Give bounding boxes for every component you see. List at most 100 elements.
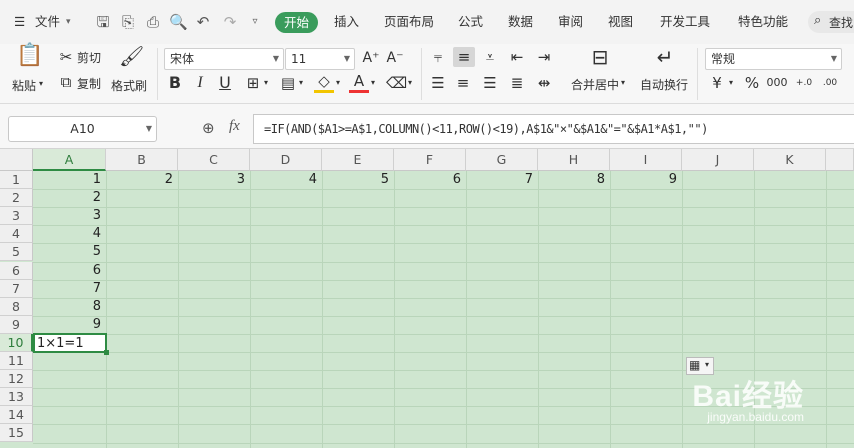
row-header-3[interactable]: 3 — [0, 207, 33, 226]
merge-center-button[interactable]: 合并居中 — [571, 76, 619, 93]
chevron-down-icon[interactable]: ▾ — [408, 78, 412, 87]
align-left-icon[interactable]: ☰ — [428, 73, 448, 93]
cell-style-icon[interactable]: ▤ — [278, 73, 298, 93]
row-header-10[interactable]: 10 — [0, 333, 33, 352]
increase-decimal-button[interactable]: +.0 — [793, 73, 815, 93]
zoom-search-icon[interactable]: ⊕ — [202, 119, 215, 137]
shrink-font-icon[interactable]: A⁻ — [385, 48, 405, 68]
format-painter-icon[interactable]: 🖌 — [119, 46, 144, 72]
file-menu[interactable]: 文件 — [35, 12, 60, 32]
row-header-14[interactable]: 14 — [0, 406, 33, 425]
cell-G1[interactable]: 7 — [466, 171, 533, 189]
cell-C1[interactable]: 3 — [178, 171, 245, 189]
number-format-select[interactable]: 常规 ▼ — [705, 48, 842, 70]
tab-developer[interactable]: 开发工具 — [660, 12, 710, 32]
decrease-indent-icon[interactable]: ⇤ — [507, 47, 527, 67]
print-icon[interactable]: ⎙ — [144, 13, 162, 31]
copy-button[interactable]: 复制 — [77, 75, 101, 92]
cell-E1[interactable]: 5 — [322, 171, 389, 189]
cell-A1[interactable]: 1 — [33, 171, 101, 189]
column-header-G[interactable]: G — [466, 149, 538, 171]
chevron-down-icon[interactable]: ▾ — [39, 79, 43, 88]
cell-H1[interactable]: 8 — [538, 171, 605, 189]
tab-formulas[interactable]: 公式 — [458, 12, 483, 32]
thousands-button[interactable]: 000 — [765, 73, 789, 93]
undo-icon[interactable]: ↶ — [194, 13, 212, 31]
cell-A9[interactable]: 9 — [33, 316, 101, 334]
bold-button[interactable]: B — [165, 73, 185, 93]
cell-A5[interactable]: 5 — [33, 243, 101, 261]
save-icon[interactable]: 🖫 — [94, 13, 112, 31]
currency-button[interactable]: ¥ — [707, 73, 727, 93]
active-cell[interactable]: 1×1=1 — [33, 333, 109, 355]
row-header-2[interactable]: 2 — [0, 189, 33, 208]
font-color-icon[interactable]: A — [349, 73, 369, 93]
row-header-6[interactable]: 6 — [0, 261, 33, 280]
name-box[interactable]: A10 ▼ — [8, 116, 157, 142]
grow-font-icon[interactable]: A⁺ — [361, 48, 381, 68]
tab-home[interactable]: 开始 — [275, 12, 318, 33]
column-header-partial[interactable] — [826, 149, 854, 171]
increase-indent-icon[interactable]: ⇥ — [534, 47, 554, 67]
cell-A8[interactable]: 8 — [33, 298, 101, 316]
row-header-5[interactable]: 5 — [0, 243, 33, 262]
cell-A4[interactable]: 4 — [33, 225, 101, 243]
chevron-down-icon[interactable]: ▾ — [371, 78, 375, 87]
chevron-down-icon[interactable]: ▾ — [336, 78, 340, 87]
cut-button[interactable]: 剪切 — [77, 49, 101, 66]
export-pdf-icon[interactable]: ⎘ — [119, 13, 137, 31]
tab-review[interactable]: 审阅 — [558, 12, 583, 32]
row-header-1[interactable]: 1 — [0, 171, 33, 189]
search-box[interactable]: ⌕ 查找 — [808, 11, 854, 33]
align-center-icon[interactable]: ≡ — [453, 73, 473, 93]
hamburger-icon[interactable]: ☰ — [14, 12, 25, 32]
italic-button[interactable]: I — [190, 73, 210, 93]
wrap-text-button[interactable]: 自动换行 — [640, 76, 688, 93]
tab-view[interactable]: 视图 — [608, 12, 633, 32]
cell-A3[interactable]: 3 — [33, 207, 101, 225]
chevron-down-icon[interactable]: ▾ — [729, 78, 733, 87]
decrease-decimal-button[interactable]: .00 — [819, 73, 841, 93]
column-header-C[interactable]: C — [178, 149, 250, 171]
column-header-A[interactable]: A — [33, 149, 106, 171]
column-header-B[interactable]: B — [106, 149, 178, 171]
align-right-icon[interactable]: ☰ — [480, 73, 500, 93]
eraser-icon[interactable]: ⌫ — [386, 73, 407, 93]
column-header-F[interactable]: F — [394, 149, 466, 171]
fill-color-icon[interactable]: ◇ — [314, 73, 334, 93]
tab-insert[interactable]: 插入 — [334, 12, 359, 32]
tab-data[interactable]: 数据 — [508, 12, 533, 32]
cell-B1[interactable]: 2 — [106, 171, 173, 189]
font-size-select[interactable]: 11 ▼ — [285, 48, 355, 70]
cell-A2[interactable]: 2 — [33, 189, 101, 207]
select-all-corner[interactable] — [0, 149, 33, 171]
column-header-J[interactable]: J — [682, 149, 754, 171]
chevron-down-icon[interactable]: ▾ — [66, 12, 71, 32]
format-painter-button[interactable]: 格式刷 — [111, 77, 147, 94]
cell-I1[interactable]: 9 — [610, 171, 677, 189]
row-header-4[interactable]: 4 — [0, 225, 33, 244]
row-header-9[interactable]: 9 — [0, 315, 33, 334]
distributed-icon[interactable]: ⇹ — [534, 73, 554, 93]
fx-icon[interactable]: fx — [229, 118, 240, 135]
print-preview-icon[interactable]: 🔍 — [169, 13, 188, 31]
cell-A6[interactable]: 6 — [33, 262, 101, 280]
percent-button[interactable]: % — [742, 73, 762, 93]
row-header-7[interactable]: 7 — [0, 279, 33, 298]
formula-input[interactable]: =IF(AND($A1>=A$1,COLUMN()<11,ROW()<19),A… — [253, 114, 854, 144]
cell-A7[interactable]: 7 — [33, 280, 101, 298]
align-top-icon[interactable]: ⫧ — [428, 47, 448, 67]
align-middle-icon[interactable]: ≡ — [453, 47, 475, 67]
cell-F1[interactable]: 6 — [394, 171, 461, 189]
borders-icon[interactable]: ⊞ — [243, 73, 263, 93]
row-header-15[interactable]: 15 — [0, 424, 33, 443]
paste-button[interactable]: 粘贴 — [12, 77, 36, 94]
font-name-select[interactable]: 宋体 ▼ — [164, 48, 284, 70]
row-header-13[interactable]: 13 — [0, 388, 33, 407]
column-header-E[interactable]: E — [322, 149, 394, 171]
customize-toolbar-icon[interactable]: ▿ — [246, 13, 264, 31]
wrap-text-icon[interactable]: ↵ — [653, 47, 677, 73]
column-header-K[interactable]: K — [754, 149, 826, 171]
column-header-H[interactable]: H — [538, 149, 610, 171]
chevron-down-icon[interactable]: ▾ — [264, 78, 268, 87]
